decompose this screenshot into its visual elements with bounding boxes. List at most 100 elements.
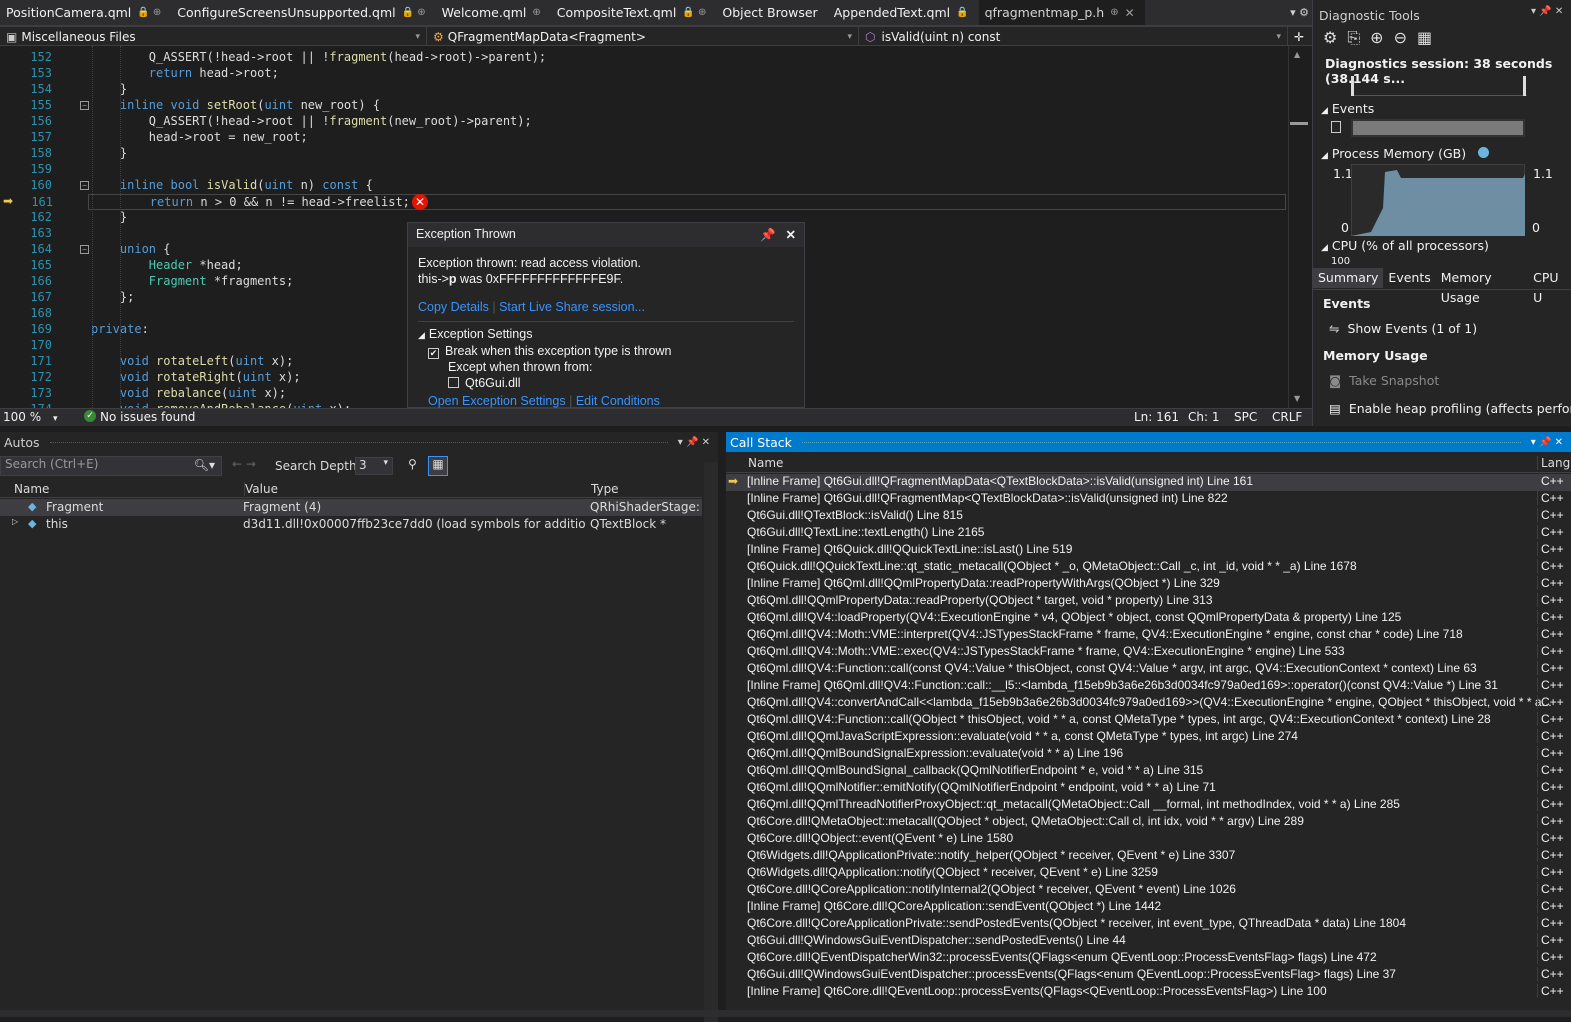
search-depth-dropdown[interactable]: 3 ▾ xyxy=(355,457,393,475)
diag-tab-3[interactable]: CPU U xyxy=(1528,268,1571,305)
call-stack-row[interactable]: Qt6Qml.dll!QV4::Moth::VME::interpret(QV4… xyxy=(726,627,1571,644)
break-checkbox[interactable]: ✔ xyxy=(428,348,439,359)
fold-toggle-icon[interactable]: − xyxy=(80,181,89,190)
code-line[interactable]: 154 } xyxy=(0,82,1288,98)
pin-icon[interactable]: 🔒 ⊕ xyxy=(137,7,161,18)
window-controls[interactable]: ▾ 📌 ✕ xyxy=(1531,437,1563,448)
view-toggle-icon[interactable]: ▦ xyxy=(428,456,448,476)
call-stack-row[interactable]: Qt6Qml.dll!QV4::Moth::VME::exec(QV4::JST… xyxy=(726,644,1571,661)
close-icon[interactable]: ✕ xyxy=(786,228,796,242)
code-line[interactable]: 161 return n > 0 && n != head->freelist; xyxy=(31,194,1286,210)
tab-4[interactable]: Object Browser xyxy=(716,0,827,25)
events-bar[interactable] xyxy=(1351,119,1525,137)
diag-tab-1[interactable]: Events xyxy=(1383,268,1435,288)
call-stack-row[interactable]: Qt6Widgets.dll!QApplicationPrivate::noti… xyxy=(726,848,1571,865)
whitespace-status[interactable]: SPC xyxy=(1234,410,1257,424)
call-stack-row[interactable]: Qt6Core.dll!QMetaObject::metacall(QObjec… xyxy=(726,814,1571,831)
editor-vertical-scrollbar[interactable]: ▲ ▼ xyxy=(1288,46,1312,408)
call-stack-row[interactable]: Qt6Qml.dll!QV4::Function::call(const QV4… xyxy=(726,661,1571,678)
code-line[interactable]: 152 Q_ASSERT(!head->root || !fragment(he… xyxy=(0,50,1288,66)
call-stack-row[interactable]: Qt6Gui.dll!QWindowsGuiEventDispatcher::s… xyxy=(726,933,1571,950)
pin-icon[interactable]: 📌 xyxy=(760,228,776,242)
open-exception-settings-link[interactable]: Open Exception Settings xyxy=(428,394,566,408)
column-header-name[interactable]: Name xyxy=(14,482,49,496)
call-stack-row[interactable]: [Inline Frame] Qt6Core.dll!QCoreApplicat… xyxy=(726,899,1571,916)
call-stack-row[interactable]: ➡ [Inline Frame] Qt6Gui.dll!QFragmentMapD… xyxy=(726,474,1571,491)
member-dropdown[interactable]: ⬡ isValid(uint n) const ▾ xyxy=(859,27,1288,46)
call-stack-row[interactable]: Qt6Gui.dll!QWindowsGuiEventDispatcher::p… xyxy=(726,967,1571,984)
code-line[interactable]: 158 } xyxy=(0,146,1288,162)
call-stack-row[interactable]: [Inline Frame] Qt6Core.dll!QEventLoop::p… xyxy=(726,984,1571,1001)
call-stack-row[interactable]: Qt6Core.dll!QCoreApplication::notifyInte… xyxy=(726,882,1571,899)
call-stack-row[interactable]: [Inline Frame] Qt6Gui.dll!QFragmentMap<Q… xyxy=(726,491,1571,508)
call-stack-row[interactable]: Qt6Qml.dll!QV4::convertAndCall<<lambda_f… xyxy=(726,695,1571,712)
tab-1[interactable]: ConfigureScreensUnsupported.qml 🔒 ⊕ xyxy=(171,0,435,25)
code-line[interactable]: 157 head->root = new_root; xyxy=(0,130,1288,146)
filter-icon[interactable]: ⚲ xyxy=(408,457,417,471)
call-stack-row[interactable]: Qt6Qml.dll!QQmlNotifier::emitNotify(QQml… xyxy=(726,780,1571,797)
issues-status[interactable]: No issues found xyxy=(100,410,195,424)
line-ending-status[interactable]: CRLF xyxy=(1272,410,1302,424)
call-stack-row[interactable]: Qt6Core.dll!QEventDispatcherWin32::proce… xyxy=(726,950,1571,967)
pin-icon[interactable]: ⊕ xyxy=(532,7,540,18)
call-stack-row[interactable]: Qt6Qml.dll!QQmlBoundSignal_callback(QQml… xyxy=(726,763,1571,780)
panel-controls[interactable]: ▾ 📌 ✕ xyxy=(1531,6,1563,17)
call-stack-row[interactable]: Qt6Qml.dll!QQmlThreadNotifierProxyObject… xyxy=(726,797,1571,814)
edit-conditions-link[interactable]: Edit Conditions xyxy=(576,394,660,408)
diag-toolbar[interactable]: ⚙⎘⊕⊖▦ xyxy=(1323,28,1442,48)
tab-6[interactable]: qfragmentmap_p.h ⊕ ✕ xyxy=(978,0,1145,25)
pause-icon[interactable] xyxy=(1331,121,1341,133)
tab-overflow-controls[interactable]: ▾ ⚙ xyxy=(1290,6,1309,19)
diag-tab-2[interactable]: Memory Usage xyxy=(1436,268,1528,305)
call-stack-row[interactable]: Qt6Core.dll!QObject::event(QEvent * e) L… xyxy=(726,831,1571,848)
window-controls[interactable]: ▾ 📌 ✕ xyxy=(678,437,710,448)
code-line[interactable]: 155 − inline void setRoot(uint new_root) … xyxy=(0,98,1288,114)
collapse-triangle-icon[interactable]: ◢ xyxy=(418,330,425,340)
tab-2[interactable]: Welcome.qml ⊕ xyxy=(436,0,551,25)
code-line[interactable]: 156 Q_ASSERT(!head->root || !fragment(ne… xyxy=(0,114,1288,130)
code-line[interactable]: 160 − inline bool isValid(uint n) const { xyxy=(0,178,1288,194)
call-stack-row[interactable]: Qt6Core.dll!QCoreApplicationPrivate::sen… xyxy=(726,916,1571,933)
autos-row[interactable]: ◆ Fragment Fragment (4) QRhiShaderStage::..… xyxy=(0,499,702,516)
zoom-dropdown[interactable]: 100 % ▾ xyxy=(3,410,57,424)
call-stack-row[interactable]: [Inline Frame] Qt6Quick.dll!QQuickTextLi… xyxy=(726,542,1571,559)
call-stack-row[interactable]: [Inline Frame] Qt6Qml.dll!QQmlPropertyDa… xyxy=(726,576,1571,593)
autos-row[interactable]: ▷ ◆ this d3d11.dll!0x00007ffb23ce7dd0 (load… xyxy=(0,516,702,533)
call-stack-row[interactable]: Qt6Widgets.dll!QApplication::notify(QObj… xyxy=(726,865,1571,882)
take-snapshot-button[interactable]: Take Snapshot xyxy=(1349,373,1439,388)
scope-dropdown[interactable]: ⚙ QFragmentMapData<Fragment> ▾ xyxy=(427,27,859,46)
pin-icon[interactable]: 🔒 ⊕ xyxy=(682,7,706,18)
process-memory-chart[interactable] xyxy=(1351,164,1525,236)
timeline-ruler[interactable] xyxy=(1351,76,1527,96)
autos-scrollbar[interactable] xyxy=(704,462,718,1022)
pin-icon[interactable]: ⊕ xyxy=(1110,7,1118,18)
module-checkbox[interactable] xyxy=(448,377,459,388)
autos-search-input[interactable]: Search (Ctrl+E) 🔍︎▾ xyxy=(0,456,222,476)
diag-tab-0[interactable]: Summary xyxy=(1313,268,1384,288)
call-stack-row[interactable]: Qt6Gui.dll!QTextBlock::isValid() Line 81… xyxy=(726,508,1571,525)
column-header-lang[interactable]: Lang xyxy=(1537,456,1570,470)
code-line[interactable]: 153 return head->root; xyxy=(0,66,1288,82)
call-stack-row[interactable]: Qt6Gui.dll!QTextLine::textLength() Line … xyxy=(726,525,1571,542)
tab-3[interactable]: CompositeText.qml 🔒 ⊕ xyxy=(551,0,717,25)
call-stack-row[interactable]: Qt6Qml.dll!QV4::Function::call(QObject *… xyxy=(726,712,1571,729)
fold-toggle-icon[interactable]: − xyxy=(80,245,89,254)
call-stack-row[interactable]: Qt6Quick.dll!QQuickTextLine::qt_static_m… xyxy=(726,559,1571,576)
fold-toggle-icon[interactable]: − xyxy=(80,101,89,110)
copy-details-link[interactable]: Copy Details xyxy=(418,300,489,314)
tab-5[interactable]: AppendedText.qml 🔒 xyxy=(828,0,979,25)
split-editor-button[interactable]: ✛ xyxy=(1288,27,1312,46)
code-line[interactable]: 159 xyxy=(0,162,1288,178)
tab-0[interactable]: PositionCamera.qml 🔒 ⊕ xyxy=(0,0,171,25)
pin-icon[interactable]: 🔒 ⊕ xyxy=(402,7,426,18)
call-stack-row[interactable]: Qt6Qml.dll!QQmlJavaScriptExpression::eva… xyxy=(726,729,1571,746)
bottom-tool-tabs[interactable] xyxy=(0,1010,1571,1017)
column-header-type[interactable]: Type xyxy=(591,482,619,496)
call-stack-row[interactable]: Qt6Qml.dll!QQmlBoundSignalExpression::ev… xyxy=(726,746,1571,763)
project-dropdown[interactable]: ▣ Miscellaneous Files ▾ xyxy=(0,27,427,46)
expand-icon[interactable]: ▷ xyxy=(12,517,18,526)
call-stack-row[interactable]: [Inline Frame] Qt6Qml.dll!QV4::Function:… xyxy=(726,678,1571,695)
call-stack-row[interactable]: Qt6Qml.dll!QQmlPropertyData::readPropert… xyxy=(726,593,1571,610)
pin-icon[interactable]: 🔒 xyxy=(956,7,968,18)
call-stack-row[interactable]: Qt6Qml.dll!QV4::loadProperty(QV4::Execut… xyxy=(726,610,1571,627)
